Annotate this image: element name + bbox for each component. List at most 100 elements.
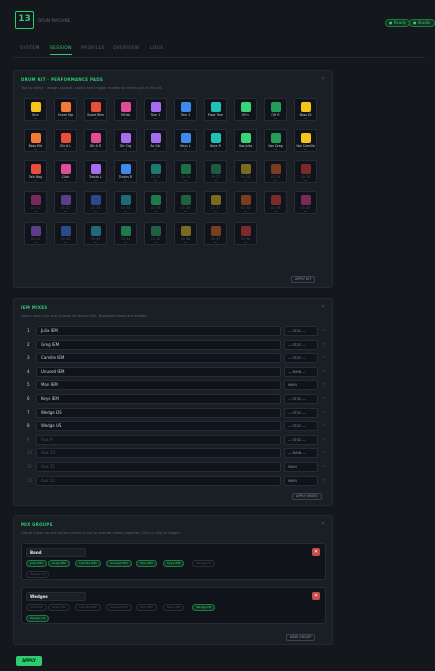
group-name-input[interactable]: Band: [26, 548, 86, 557]
mix-mode-select[interactable]: — MAIN —: [284, 448, 318, 459]
drum-pad[interactable]: Ch 36: [174, 191, 197, 214]
drum-pad[interactable]: Ch 38: [234, 191, 257, 214]
drum-pad[interactable]: Ch 48: [234, 222, 257, 245]
drum-pad[interactable]: Ac Gtr: [144, 129, 167, 152]
group-member-chip[interactable]: Wedge US: [26, 571, 50, 578]
mix-mode-select[interactable]: — ST/Cl —: [284, 407, 318, 418]
group-member-chip[interactable]: Julia IEM: [26, 604, 47, 611]
drum-pad[interactable]: OH L: [234, 98, 257, 121]
mix-name-input[interactable]: Aux 9: [36, 434, 281, 445]
drum-pad[interactable]: Ch 39: [264, 191, 287, 214]
mix-name-input[interactable]: Unused IEM: [36, 366, 281, 377]
tab-logs[interactable]: LOGS: [150, 46, 163, 51]
mix-name-input[interactable]: Wedge DS: [36, 407, 281, 418]
drum-pad[interactable]: Ch 33: [84, 191, 107, 214]
drum-pad[interactable]: Gtr A R: [84, 129, 107, 152]
mix-name-input[interactable]: Wedge US: [36, 421, 281, 432]
mix-mode-select[interactable]: — ST/Cl —: [284, 421, 318, 432]
apply-kit-button[interactable]: APPLY KIT: [291, 276, 316, 283]
group-member-chip[interactable]: Wedge DS: [192, 560, 216, 567]
group-member-chip[interactable]: Unused IEM: [106, 560, 132, 567]
drum-pad[interactable]: Snare Btm: [84, 98, 107, 121]
collapse-icon[interactable]: ✕: [321, 76, 325, 82]
drum-pad[interactable]: Ch 43: [84, 222, 107, 245]
drum-pad[interactable]: Click: [54, 160, 77, 183]
remove-mix-icon[interactable]: ✕: [322, 478, 325, 482]
drum-pad[interactable]: Ch 29: [264, 160, 287, 183]
drum-pad[interactable]: Vox Greg: [264, 129, 287, 152]
drum-pad[interactable]: Ch 28: [234, 160, 257, 183]
mix-name-input[interactable]: Keys IEM: [36, 394, 281, 404]
drum-pad[interactable]: HiHat: [114, 98, 137, 121]
drum-pad[interactable]: Ch 47: [204, 222, 227, 245]
drum-pad[interactable]: Snare Top: [54, 98, 77, 121]
drum-pad[interactable]: Ch 37: [204, 191, 227, 214]
drum-pad[interactable]: Ch 30: [294, 160, 317, 183]
status-pill-ready[interactable]: ● Ready: [385, 19, 411, 27]
new-group-button[interactable]: NEW GROUP: [286, 634, 316, 641]
mix-name-input[interactable]: Camille IEM: [36, 353, 281, 364]
group-member-chip[interactable]: Julia IEM: [26, 560, 47, 567]
group-member-chip[interactable]: Mon IEM: [136, 560, 157, 567]
drum-pad[interactable]: OH R: [264, 98, 287, 121]
remove-mix-icon[interactable]: ✕: [322, 410, 325, 414]
remove-mix-icon[interactable]: ✕: [322, 342, 325, 346]
group-member-chip[interactable]: Wedge US: [26, 615, 50, 622]
tab-session[interactable]: SESSION: [50, 46, 72, 51]
drum-pad[interactable]: Vox Julia: [234, 129, 257, 152]
drum-pad[interactable]: Ch 44: [114, 222, 137, 245]
group-name-input[interactable]: Wedges: [26, 592, 86, 601]
remove-mix-icon[interactable]: ✕: [322, 328, 325, 332]
mix-mode-select[interactable]: MAIN: [284, 462, 318, 472]
drum-pad[interactable]: Keys L: [174, 129, 197, 152]
status-pill-studio[interactable]: ● Studio: [409, 19, 435, 27]
group-member-chip[interactable]: Wedge DS: [192, 604, 216, 611]
mix-name-input[interactable]: Aux 12: [36, 475, 281, 486]
apply-button[interactable]: APPLY: [16, 656, 42, 666]
drum-pad[interactable]: Ch 26: [174, 160, 197, 183]
remove-mix-icon[interactable]: ✕: [322, 396, 325, 400]
drum-pad[interactable]: Gtr Crg: [114, 129, 137, 152]
mix-name-input[interactable]: Greg IEM: [36, 339, 281, 350]
drum-pad[interactable]: Floor Tom: [204, 98, 227, 121]
tab-overview[interactable]: OVERVIEW: [113, 46, 139, 51]
drum-pad[interactable]: Kick: [24, 98, 47, 121]
mix-mode-select[interactable]: — ST/Cl —: [284, 339, 318, 350]
mix-mode-select[interactable]: — ST/Cl —: [284, 326, 318, 336]
drum-pad[interactable]: Tracks R: [114, 160, 137, 183]
drum-pad[interactable]: Bass Mic: [24, 129, 47, 152]
collapse-icon[interactable]: ✕: [321, 304, 325, 310]
group-member-chip[interactable]: Keys IEM: [163, 604, 185, 611]
remove-mix-icon[interactable]: ✕: [322, 423, 325, 427]
drum-pad[interactable]: Keys R: [204, 129, 227, 152]
drum-pad[interactable]: Gtr A L: [54, 129, 77, 152]
mix-mode-select[interactable]: — MAIN —: [284, 366, 318, 377]
drum-pad[interactable]: Ch 25: [144, 160, 167, 183]
drum-pad[interactable]: Ch 31: [24, 191, 47, 214]
remove-mix-icon[interactable]: ✕: [322, 464, 325, 468]
mix-name-input[interactable]: Mon IEM: [36, 380, 281, 391]
mix-name-input[interactable]: Aux 11: [36, 462, 281, 472]
mix-mode-select[interactable]: — ST/Cl —: [284, 394, 318, 404]
mix-name-input[interactable]: Aux 10: [36, 448, 281, 459]
drum-pad[interactable]: Ch 32: [54, 191, 77, 214]
drum-pad[interactable]: Bass DI: [294, 98, 317, 121]
drum-pad[interactable]: Ch 40: [294, 191, 317, 214]
drum-pad[interactable]: Ch 34: [114, 191, 137, 214]
mix-mode-select[interactable]: — ST/Cl —: [284, 434, 318, 445]
remove-mix-icon[interactable]: ✕: [322, 437, 325, 441]
group-member-chip[interactable]: Camille IEM: [75, 604, 101, 611]
group-member-chip[interactable]: Mon IEM: [136, 604, 157, 611]
mix-name-input[interactable]: Julia IEM: [36, 326, 281, 336]
drum-pad[interactable]: Ch 27: [204, 160, 227, 183]
group-member-chip[interactable]: Keys IEM: [163, 560, 185, 567]
collapse-icon[interactable]: ✕: [321, 521, 325, 527]
drum-pad[interactable]: Ch 42: [54, 222, 77, 245]
drum-pad[interactable]: Tom 1: [144, 98, 167, 121]
group-member-chip[interactable]: Greg IEM: [48, 604, 70, 611]
apply-mixes-button[interactable]: APPLY MIXES: [292, 493, 322, 500]
drum-pad[interactable]: Talk Bag: [24, 160, 47, 183]
remove-mix-icon[interactable]: ✕: [322, 369, 325, 373]
tab-profiles[interactable]: PROFILES: [81, 46, 105, 51]
mix-mode-select[interactable]: MAIN: [284, 380, 318, 391]
